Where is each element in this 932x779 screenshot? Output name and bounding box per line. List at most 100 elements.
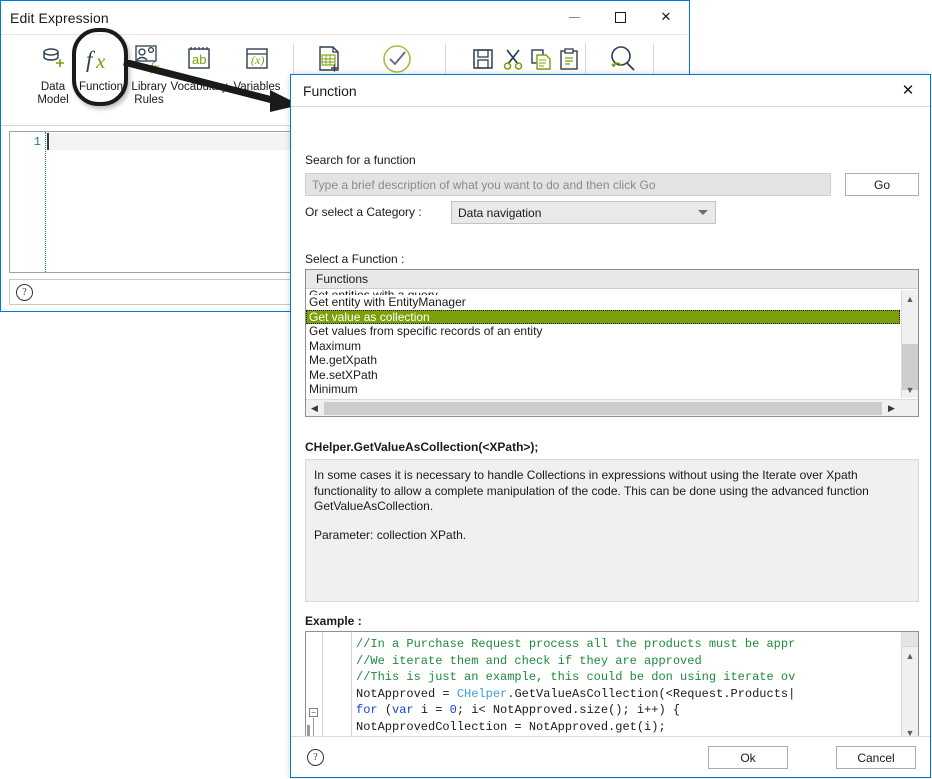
scroll-right-icon[interactable]: ▶ bbox=[883, 400, 900, 417]
category-label: Or select a Category : bbox=[305, 205, 422, 219]
ribbon-label: Data bbox=[40, 81, 66, 93]
code-token: NotApprovedCollection = NotApproved.get(… bbox=[356, 719, 666, 734]
code-token: //We iterate them and check if they are … bbox=[356, 653, 702, 668]
code-token: for bbox=[356, 703, 385, 717]
ribbon-button-paste[interactable] bbox=[543, 39, 595, 79]
help-icon[interactable]: ? bbox=[16, 283, 33, 301]
ribbon-label: Function bbox=[78, 81, 124, 93]
list-item[interactable]: Maximum bbox=[306, 339, 900, 354]
function-list-horizontal-scrollbar[interactable]: ◀ ▶ bbox=[306, 399, 918, 416]
code-line: for (var i = 0; i< NotApproved.size(); i… bbox=[356, 702, 900, 719]
function-list-header: Functions bbox=[306, 270, 918, 289]
scroll-thumb-horizontal[interactable] bbox=[324, 401, 882, 415]
list-item[interactable]: Me.setXPath bbox=[306, 368, 900, 383]
validate-check-icon bbox=[380, 39, 414, 79]
help-icon[interactable]: ? bbox=[307, 749, 324, 766]
example-vertical-scrollbar[interactable]: ▲ ▼ bbox=[901, 632, 918, 741]
list-item[interactable]: Get values from specific records of an e… bbox=[306, 324, 900, 339]
code-token: NotApproved = bbox=[356, 686, 457, 701]
scroll-left-icon[interactable]: ◀ bbox=[306, 400, 323, 417]
code-token: ; i< NotApproved.size(); i++) { bbox=[456, 703, 681, 717]
scrollbar-top-cap bbox=[902, 632, 918, 647]
example-code-text: //In a Purchase Request process all the … bbox=[356, 636, 900, 740]
ribbon-button-variables[interactable]: (x) Variables bbox=[231, 39, 283, 94]
find-replace-icon bbox=[607, 39, 639, 79]
code-token: var bbox=[392, 703, 414, 717]
list-item[interactable]: Minimum bbox=[306, 382, 900, 397]
code-token: //In a Purchase Request process all the … bbox=[356, 637, 796, 651]
vocabulary-ab-icon: ab bbox=[183, 39, 215, 79]
function-list[interactable]: Functions Get entities with a query Get … bbox=[305, 269, 919, 417]
code-line: NotApprovedCollection = NotApproved.get(… bbox=[356, 719, 900, 736]
fx-icon: f x bbox=[84, 39, 118, 79]
svg-text:(x): (x) bbox=[251, 53, 264, 67]
function-description: In some cases it is necessary to handle … bbox=[305, 459, 919, 602]
select-function-label: Select a Function : bbox=[305, 252, 405, 266]
fold-collapse-icon[interactable]: − bbox=[309, 708, 318, 717]
window-controls: ✕ bbox=[551, 1, 689, 33]
ribbon-button-library-rules[interactable]: fx Library Rules bbox=[123, 39, 175, 107]
function-dialog-titlebar: Function ✕ bbox=[291, 75, 930, 107]
library-rules-icon: fx bbox=[133, 39, 165, 79]
list-item[interactable]: Get entity with EntityManager bbox=[306, 295, 900, 310]
svg-text:f: f bbox=[86, 47, 96, 72]
code-token: .GetValueAsCollection(<Request.Products| bbox=[507, 686, 796, 701]
ribbon-label: Library bbox=[131, 81, 167, 93]
ribbon-label-2: Rules bbox=[134, 94, 164, 106]
ribbon-label: Vocabulary bbox=[170, 81, 228, 93]
ribbon-button-find-replace[interactable] bbox=[597, 39, 649, 79]
example-label: Example : bbox=[305, 614, 362, 628]
code-line: //We iterate them and check if they are … bbox=[356, 653, 900, 670]
list-item[interactable]: Sort bbox=[306, 397, 900, 399]
code-line: //This is just an example, this could be… bbox=[356, 669, 900, 686]
ribbon-button-data-model[interactable]: Data Model bbox=[27, 39, 79, 107]
maximize-icon bbox=[614, 11, 626, 23]
editor-line-number: 1 bbox=[33, 135, 41, 149]
code-token: ( bbox=[384, 703, 393, 717]
close-button[interactable]: ✕ bbox=[643, 1, 689, 33]
svg-text:fx: fx bbox=[150, 59, 160, 74]
scroll-down-icon[interactable]: ▼ bbox=[902, 381, 918, 398]
scroll-up-icon[interactable]: ▲ bbox=[902, 290, 918, 307]
screenshot-root: Edit Expression ✕ Data Model f x Functio… bbox=[0, 0, 932, 779]
svg-text:x: x bbox=[95, 49, 106, 73]
code-token: //This is just an example, this could be… bbox=[356, 670, 796, 684]
dialog-title: Function bbox=[303, 82, 357, 99]
minimize-icon bbox=[568, 16, 580, 18]
category-select[interactable]: Data navigation bbox=[451, 201, 716, 224]
code-token: i = bbox=[413, 703, 450, 717]
minimize-button[interactable] bbox=[551, 1, 597, 33]
description-paragraph-2: Parameter: collection XPath. bbox=[314, 527, 467, 542]
maximize-button[interactable] bbox=[597, 1, 643, 33]
table-plus-icon bbox=[313, 39, 345, 79]
description-paragraph-1: In some cases it is necessary to handle … bbox=[314, 468, 869, 513]
code-token: 0 bbox=[449, 703, 457, 717]
function-dialog: Function ✕ Search for a function Go Or s… bbox=[290, 74, 931, 778]
ribbon-button-function[interactable]: f x Function bbox=[75, 39, 127, 94]
code-line: //In a Purchase Request process all the … bbox=[356, 636, 900, 653]
search-label: Search for a function bbox=[305, 153, 416, 167]
database-plus-icon bbox=[38, 39, 68, 79]
ribbon-button-vocabulary[interactable]: ab Vocabulary bbox=[170, 39, 228, 94]
ok-button[interactable]: Ok bbox=[708, 746, 788, 769]
list-item-selected[interactable]: Get value as collection bbox=[306, 309, 900, 324]
function-signature: CHelper.GetValueAsCollection(<XPath>); bbox=[305, 440, 539, 454]
go-button[interactable]: Go bbox=[845, 173, 919, 196]
function-list-items: Get entities with a query Get entity wit… bbox=[306, 290, 900, 398]
edit-expression-titlebar: Edit Expression ✕ bbox=[1, 1, 689, 35]
ribbon-button-validate[interactable] bbox=[371, 39, 423, 79]
paste-icon bbox=[557, 39, 581, 79]
code-line: NotApproved = CHelper.GetValueAsCollecti… bbox=[356, 686, 900, 703]
function-list-vertical-scrollbar[interactable]: ▲ ▼ bbox=[901, 290, 918, 398]
window-title: Edit Expression bbox=[10, 9, 109, 26]
ribbon-button-new-table[interactable] bbox=[303, 39, 355, 79]
cancel-button[interactable]: Cancel bbox=[836, 746, 916, 769]
code-token: CHelper bbox=[456, 686, 508, 701]
search-input[interactable] bbox=[305, 173, 831, 196]
category-selected-value: Data navigation bbox=[458, 205, 542, 220]
scroll-up-icon[interactable]: ▲ bbox=[902, 647, 918, 664]
dialog-close-button[interactable]: ✕ bbox=[886, 75, 930, 105]
ribbon-label-2: Model bbox=[37, 94, 69, 106]
svg-text:ab: ab bbox=[192, 52, 206, 67]
list-item[interactable]: Me.getXpath bbox=[306, 353, 900, 368]
